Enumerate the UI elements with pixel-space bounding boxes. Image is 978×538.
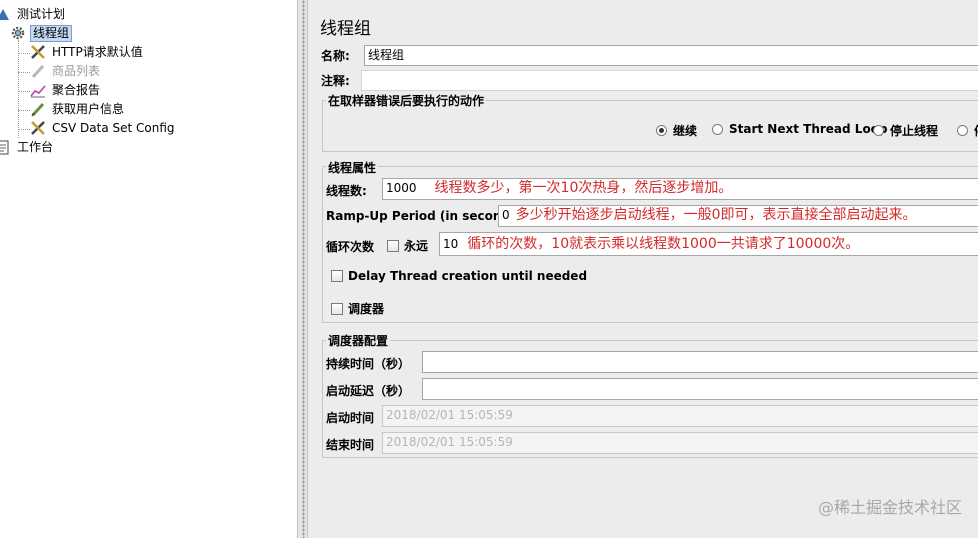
clipboard-icon <box>0 139 12 155</box>
forever-checkbox[interactable]: 永远 <box>387 237 428 254</box>
tree-item-test-plan[interactable]: 测试计划 <box>0 5 67 23</box>
end-time-field[interactable]: 2018/02/01 15:05:59 <box>382 432 978 454</box>
startup-delay-label: 启动延迟（秒） <box>326 384 411 398</box>
tree-item-label: 聚合报告 <box>52 83 101 97</box>
radio-button <box>873 125 884 136</box>
wrench-icon <box>29 44 47 60</box>
radio-continue[interactable]: 继续 <box>656 122 697 139</box>
radio-button <box>656 125 667 136</box>
tree-item-label: 线程组 <box>30 24 73 42</box>
tree-item-http-defaults[interactable]: HTTP请求默认值 <box>29 43 145 61</box>
duration-label: 持续时间（秒） <box>326 357 411 371</box>
thread-count-value: 1000 <box>386 181 417 195</box>
thread-count-field[interactable]: 1000 线程数多少，第一次10次热身，然后逐步增加。 <box>382 178 978 200</box>
checkbox-box <box>387 239 399 252</box>
checkbox-label: Delay Thread creation until needed <box>348 269 588 283</box>
name-field[interactable]: 线程组 <box>364 45 978 66</box>
tree-item-label: 商品列表 <box>52 64 101 78</box>
comment-label: 注释: <box>321 74 350 88</box>
radio-label: 停止线程 <box>890 124 939 138</box>
thread-group-panel: 线程组 名称: 线程组 注释: 在取样器错误后要执行的动作 继续 Start N… <box>309 0 978 538</box>
duration-field[interactable] <box>422 351 978 373</box>
tree-item-label: 测试计划 <box>17 7 66 21</box>
thread-count-note: 线程数多少，第一次10次热身，然后逐步增加。 <box>434 180 733 196</box>
start-time-field[interactable]: 2018/02/01 15:05:59 <box>382 405 978 427</box>
wrench-icon <box>29 120 47 136</box>
splitter-grip <box>302 0 305 538</box>
checkbox-box <box>331 270 343 282</box>
radio-label: 继续 <box>673 124 698 138</box>
checkbox-label: 永远 <box>404 239 429 253</box>
tree-item-label: 获取用户信息 <box>52 102 125 116</box>
radio-start-next-loop[interactable]: Start Next Thread Loop <box>712 122 888 136</box>
loop-count-note: 循环的次数，10就表示乘以线程数1000一共请求了10000次。 <box>467 236 860 252</box>
startup-delay-field[interactable] <box>422 378 978 400</box>
loop-count-label: 循环次数 <box>326 240 375 254</box>
tree-item-csv-config[interactable]: CSV Data Set Config <box>29 119 177 137</box>
end-time-label: 结束时间 <box>326 438 375 452</box>
comment-field[interactable] <box>361 70 978 91</box>
loop-count-value: 10 <box>443 237 459 251</box>
tree-connector <box>18 40 19 138</box>
rampup-value: 0 <box>502 208 510 222</box>
scheduler-checkbox[interactable]: 调度器 <box>331 300 384 317</box>
radio-stop-test[interactable]: 停 <box>957 122 978 139</box>
radio-button <box>957 125 968 136</box>
radio-button <box>712 123 723 135</box>
tree-item-get-user-info[interactable]: 获取用户信息 <box>29 100 126 118</box>
page-title: 线程组 <box>320 19 371 39</box>
rampup-field[interactable]: 0 多少秒开始逐步启动线程，一般0即可，表示直接全部启动起来。 <box>498 205 978 227</box>
scheduler-config-title: 调度器配置 <box>326 332 391 349</box>
checkbox-box <box>331 302 343 315</box>
pencil-icon <box>29 101 47 117</box>
split-pane-divider[interactable] <box>299 0 308 538</box>
test-plan-icon <box>0 6 12 22</box>
checkbox-label: 调度器 <box>348 302 385 316</box>
rampup-note: 多少秒开始逐步启动线程，一般0即可，表示直接全部启动起来。 <box>515 207 917 223</box>
tree-item-workbench[interactable]: 工作台 <box>0 138 55 156</box>
thread-properties-title: 线程属性 <box>326 159 379 176</box>
watermark: @稀土掘金技术社区 <box>817 498 962 517</box>
tree-item-label: 工作台 <box>17 140 54 154</box>
start-time-label: 启动时间 <box>326 411 375 425</box>
tree-item-label: HTTP请求默认值 <box>52 45 143 59</box>
gear-icon <box>9 25 27 41</box>
test-plan-tree: 测试计划 线程组 HTTP请求默认值 商品列表 聚合报告 获取用户信息 CSV … <box>0 0 298 538</box>
tree-item-aggregate-report[interactable]: 聚合报告 <box>29 81 102 99</box>
radio-label: Start Next Thread Loop <box>729 122 888 136</box>
chart-icon <box>29 82 47 98</box>
tree-item-label: CSV Data Set Config <box>52 121 175 135</box>
thread-count-label: 线程数: <box>326 184 367 198</box>
radio-stop-thread[interactable]: 停止线程 <box>873 122 938 139</box>
loop-count-field[interactable]: 10 循环的次数，10就表示乘以线程数1000一共请求了10000次。 <box>439 232 978 256</box>
name-label: 名称: <box>321 49 350 63</box>
radio-label: 停 <box>974 122 978 139</box>
tree-item-thread-group[interactable]: 线程组 <box>9 24 73 42</box>
tree-item-product-list[interactable]: 商品列表 <box>29 62 102 80</box>
pencil-icon <box>29 63 47 79</box>
sampler-error-title: 在取样器错误后要执行的动作 <box>326 92 487 109</box>
delay-thread-creation-checkbox[interactable]: Delay Thread creation until needed <box>331 269 587 283</box>
